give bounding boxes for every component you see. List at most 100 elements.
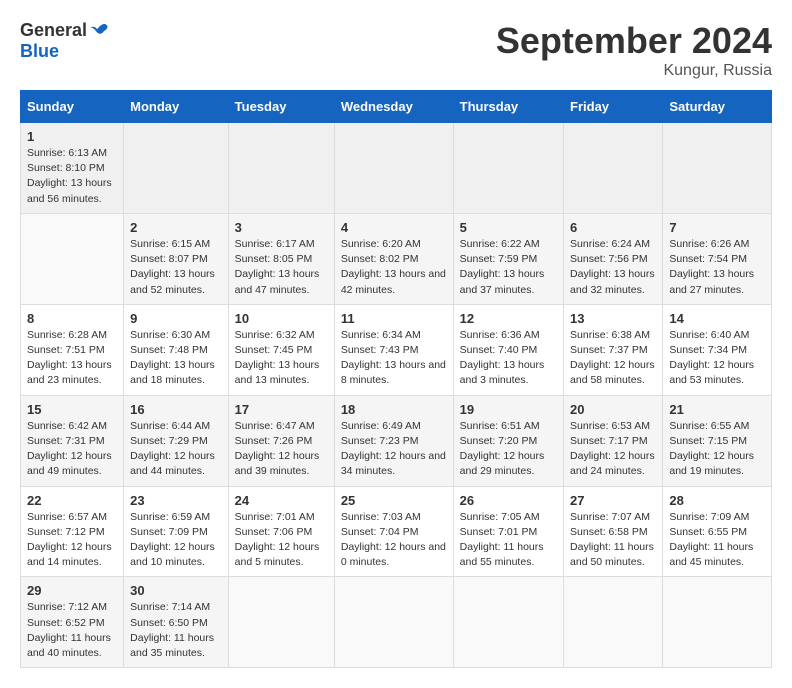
day-info: Sunrise: 6:28 AMSunset: 7:51 PMDaylight:… xyxy=(27,328,117,389)
day-info: Sunrise: 6:59 AMSunset: 7:09 PMDaylight:… xyxy=(130,510,222,571)
calendar-cell: 19Sunrise: 6:51 AMSunset: 7:20 PMDayligh… xyxy=(453,395,563,486)
day-number: 8 xyxy=(27,311,117,326)
day-info: Sunrise: 7:01 AMSunset: 7:06 PMDaylight:… xyxy=(235,510,328,571)
day-number: 5 xyxy=(460,220,557,235)
day-number: 30 xyxy=(130,583,222,598)
day-number: 4 xyxy=(341,220,447,235)
calendar-table: SundayMondayTuesdayWednesdayThursdayFrid… xyxy=(20,90,772,668)
logo-bird-icon xyxy=(89,21,109,41)
calendar-cell: 30Sunrise: 7:14 AMSunset: 6:50 PMDayligh… xyxy=(124,577,229,668)
day-number: 26 xyxy=(460,493,557,508)
calendar-cell: 1 Sunrise: 6:13 AMSunset: 8:10 PMDaylight… xyxy=(21,123,124,214)
day-info: Sunrise: 6:38 AMSunset: 7:37 PMDaylight:… xyxy=(570,328,656,389)
day-number: 10 xyxy=(235,311,328,326)
calendar-cell xyxy=(334,577,453,668)
day-info: Sunrise: 6:42 AMSunset: 7:31 PMDaylight:… xyxy=(27,419,117,480)
calendar-cell: 2Sunrise: 6:15 AMSunset: 8:07 PMDaylight… xyxy=(124,213,229,304)
calendar-cell: 28 Sunrise: 7:09 AMSunset: 6:55 PMDayligh… xyxy=(663,486,772,577)
day-number: 13 xyxy=(570,311,656,326)
calendar-cell xyxy=(564,123,663,214)
calendar-header-saturday: Saturday xyxy=(663,91,772,123)
day-info: Sunrise: 6:13 AMSunset: 8:10 PMDaylight:… xyxy=(27,146,117,207)
title-section: September 2024 Kungur, Russia xyxy=(496,20,772,80)
calendar-cell: 25Sunrise: 7:03 AMSunset: 7:04 PMDayligh… xyxy=(334,486,453,577)
calendar-cell: 18 Sunrise: 6:49 AMSunset: 7:23 PMDayligh… xyxy=(334,395,453,486)
calendar-cell xyxy=(453,577,563,668)
calendar-header-thursday: Thursday xyxy=(453,91,563,123)
day-info: Sunrise: 6:20 AMSunset: 8:02 PMDaylight:… xyxy=(341,237,447,298)
day-info: Sunrise: 6:26 AMSunset: 7:54 PMDaylight:… xyxy=(669,237,765,298)
calendar-cell: 23 Sunrise: 6:59 AMSunset: 7:09 PMDayligh… xyxy=(124,486,229,577)
day-info: Sunrise: 6:44 AMSunset: 7:29 PMDaylight:… xyxy=(130,419,222,480)
calendar-cell: 4 Sunrise: 6:20 AMSunset: 8:02 PMDaylight… xyxy=(334,213,453,304)
day-info: Sunrise: 6:32 AMSunset: 7:45 PMDaylight:… xyxy=(235,328,328,389)
calendar-cell xyxy=(228,577,334,668)
day-number: 7 xyxy=(669,220,765,235)
calendar-cell: 22 Sunrise: 6:57 AMSunset: 7:12 PMDayligh… xyxy=(21,486,124,577)
calendar-cell: 16 Sunrise: 6:44 AMSunset: 7:29 PMDayligh… xyxy=(124,395,229,486)
calendar-cell: 11Sunrise: 6:34 AMSunset: 7:43 PMDayligh… xyxy=(334,304,453,395)
logo-general-text: General xyxy=(20,20,87,41)
day-info: Sunrise: 6:49 AMSunset: 7:23 PMDaylight:… xyxy=(341,419,447,480)
calendar-cell: 27 Sunrise: 7:07 AMSunset: 6:58 PMDayligh… xyxy=(564,486,663,577)
calendar-cell xyxy=(663,577,772,668)
calendar-header-tuesday: Tuesday xyxy=(228,91,334,123)
calendar-cell xyxy=(124,123,229,214)
calendar-cell: 20 Sunrise: 6:53 AMSunset: 7:17 PMDayligh… xyxy=(564,395,663,486)
day-number: 20 xyxy=(570,402,656,417)
calendar-week-row: 2Sunrise: 6:15 AMSunset: 8:07 PMDaylight… xyxy=(21,213,772,304)
calendar-cell: 26 Sunrise: 7:05 AMSunset: 7:01 PMDayligh… xyxy=(453,486,563,577)
day-info: Sunrise: 6:53 AMSunset: 7:17 PMDaylight:… xyxy=(570,419,656,480)
calendar-cell xyxy=(564,577,663,668)
day-info: Sunrise: 7:12 AMSunset: 6:52 PMDaylight:… xyxy=(27,600,117,661)
day-info: Sunrise: 7:09 AMSunset: 6:55 PMDaylight:… xyxy=(669,510,765,571)
day-number: 17 xyxy=(235,402,328,417)
day-number: 6 xyxy=(570,220,656,235)
day-info: Sunrise: 6:24 AMSunset: 7:56 PMDaylight:… xyxy=(570,237,656,298)
day-info: Sunrise: 6:57 AMSunset: 7:12 PMDaylight:… xyxy=(27,510,117,571)
day-info: Sunrise: 7:07 AMSunset: 6:58 PMDaylight:… xyxy=(570,510,656,571)
calendar-header-wednesday: Wednesday xyxy=(334,91,453,123)
calendar-cell: 7 Sunrise: 6:26 AMSunset: 7:54 PMDaylight… xyxy=(663,213,772,304)
day-number: 14 xyxy=(669,311,765,326)
calendar-cell: 9Sunrise: 6:30 AMSunset: 7:48 PMDaylight… xyxy=(124,304,229,395)
calendar-header-monday: Monday xyxy=(124,91,229,123)
calendar-cell xyxy=(663,123,772,214)
day-info: Sunrise: 6:22 AMSunset: 7:59 PMDaylight:… xyxy=(460,237,557,298)
calendar-cell: 14 Sunrise: 6:40 AMSunset: 7:34 PMDayligh… xyxy=(663,304,772,395)
calendar-cell: 3Sunrise: 6:17 AMSunset: 8:05 PMDaylight… xyxy=(228,213,334,304)
day-number: 12 xyxy=(460,311,557,326)
day-number: 22 xyxy=(27,493,117,508)
day-number: 1 xyxy=(27,129,117,144)
calendar-cell: 15 Sunrise: 6:42 AMSunset: 7:31 PMDayligh… xyxy=(21,395,124,486)
calendar-cell xyxy=(453,123,563,214)
logo: General Blue xyxy=(20,20,109,62)
day-info: Sunrise: 6:55 AMSunset: 7:15 PMDaylight:… xyxy=(669,419,765,480)
day-number: 16 xyxy=(130,402,222,417)
calendar-week-row: 1 Sunrise: 6:13 AMSunset: 8:10 PMDaylight… xyxy=(21,123,772,214)
calendar-cell: 8 Sunrise: 6:28 AMSunset: 7:51 PMDaylight… xyxy=(21,304,124,395)
day-number: 21 xyxy=(669,402,765,417)
day-number: 28 xyxy=(669,493,765,508)
day-info: Sunrise: 7:05 AMSunset: 7:01 PMDaylight:… xyxy=(460,510,557,571)
day-number: 15 xyxy=(27,402,117,417)
day-info: Sunrise: 6:40 AMSunset: 7:34 PMDaylight:… xyxy=(669,328,765,389)
calendar-cell: 6 Sunrise: 6:24 AMSunset: 7:56 PMDaylight… xyxy=(564,213,663,304)
location-title: Kungur, Russia xyxy=(496,62,772,80)
day-number: 18 xyxy=(341,402,447,417)
calendar-cell: 29Sunrise: 7:12 AMSunset: 6:52 PMDayligh… xyxy=(21,577,124,668)
calendar-header-friday: Friday xyxy=(564,91,663,123)
calendar-cell: 13 Sunrise: 6:38 AMSunset: 7:37 PMDayligh… xyxy=(564,304,663,395)
calendar-cell xyxy=(228,123,334,214)
logo-blue-text: Blue xyxy=(20,41,59,62)
month-title: September 2024 xyxy=(496,20,772,62)
day-info: Sunrise: 6:36 AMSunset: 7:40 PMDaylight:… xyxy=(460,328,557,389)
calendar-cell: 24Sunrise: 7:01 AMSunset: 7:06 PMDayligh… xyxy=(228,486,334,577)
calendar-header-row: SundayMondayTuesdayWednesdayThursdayFrid… xyxy=(21,91,772,123)
day-number: 23 xyxy=(130,493,222,508)
day-info: Sunrise: 6:34 AMSunset: 7:43 PMDaylight:… xyxy=(341,328,447,389)
day-info: Sunrise: 6:15 AMSunset: 8:07 PMDaylight:… xyxy=(130,237,222,298)
calendar-cell xyxy=(334,123,453,214)
day-number: 27 xyxy=(570,493,656,508)
calendar-week-row: 15 Sunrise: 6:42 AMSunset: 7:31 PMDayligh… xyxy=(21,395,772,486)
